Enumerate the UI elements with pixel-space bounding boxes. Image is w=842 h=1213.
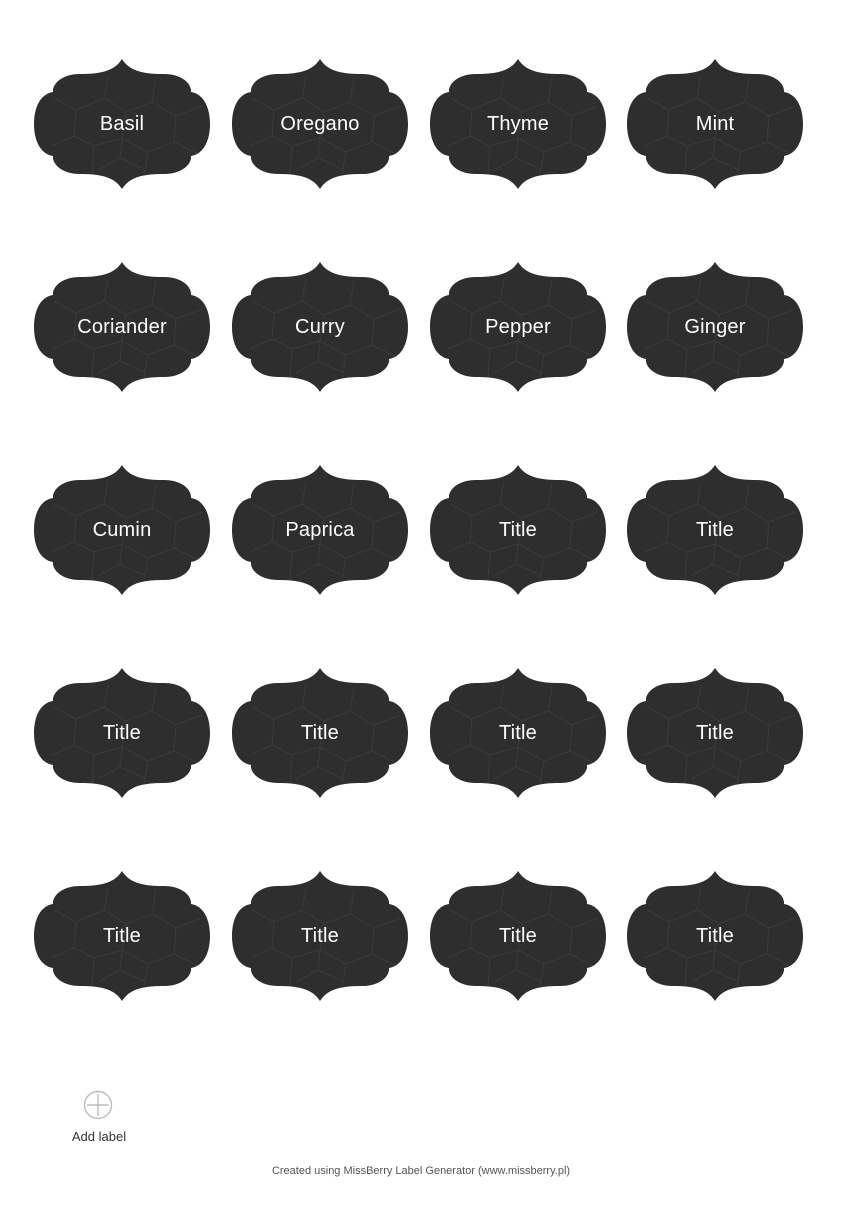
- label-shape: [430, 871, 606, 1001]
- label-shape: [627, 668, 803, 798]
- add-label-text[interactable]: Add label: [64, 1129, 134, 1144]
- label-shape: [232, 262, 408, 392]
- label-shape: [232, 59, 408, 189]
- label-card[interactable]: Title: [232, 667, 408, 799]
- label-card[interactable]: Paprica: [232, 464, 408, 596]
- label-card[interactable]: Basil: [34, 58, 210, 190]
- label-shape: [430, 59, 606, 189]
- label-shape: [34, 59, 210, 189]
- label-grid: Basil Oregano Thyme Mint Coriander Curry Peppe…: [0, 0, 842, 1060]
- footer-credit: Created using MissBerry Label Generator …: [271, 1165, 571, 1177]
- label-shape: [627, 465, 803, 595]
- label-shape: [34, 262, 210, 392]
- add-label-button[interactable]: Add label: [64, 1088, 134, 1148]
- label-card[interactable]: Title: [430, 464, 606, 596]
- label-card[interactable]: Title: [232, 870, 408, 1002]
- label-card[interactable]: Title: [627, 667, 803, 799]
- label-card[interactable]: Pepper: [430, 261, 606, 393]
- label-shape: [627, 871, 803, 1001]
- label-card[interactable]: Title: [627, 870, 803, 1002]
- label-card[interactable]: Curry: [232, 261, 408, 393]
- label-card[interactable]: Mint: [627, 58, 803, 190]
- label-card[interactable]: Title: [627, 464, 803, 596]
- label-card[interactable]: Coriander: [34, 261, 210, 393]
- label-shape: [34, 871, 210, 1001]
- label-shape: [430, 465, 606, 595]
- label-shape: [34, 668, 210, 798]
- label-card[interactable]: Oregano: [232, 58, 408, 190]
- label-shape: [627, 59, 803, 189]
- label-shape: [430, 262, 606, 392]
- label-shape: [232, 668, 408, 798]
- label-card[interactable]: Title: [430, 667, 606, 799]
- label-shape: [232, 465, 408, 595]
- label-card[interactable]: Cumin: [34, 464, 210, 596]
- label-shape: [430, 668, 606, 798]
- plus-circle-icon[interactable]: [83, 1090, 113, 1120]
- label-shape: [627, 262, 803, 392]
- label-card[interactable]: Title: [34, 667, 210, 799]
- label-card[interactable]: Ginger: [627, 261, 803, 393]
- label-card[interactable]: Title: [430, 870, 606, 1002]
- label-shape: [34, 465, 210, 595]
- label-card[interactable]: Title: [34, 870, 210, 1002]
- label-shape: [232, 871, 408, 1001]
- label-card[interactable]: Thyme: [430, 58, 606, 190]
